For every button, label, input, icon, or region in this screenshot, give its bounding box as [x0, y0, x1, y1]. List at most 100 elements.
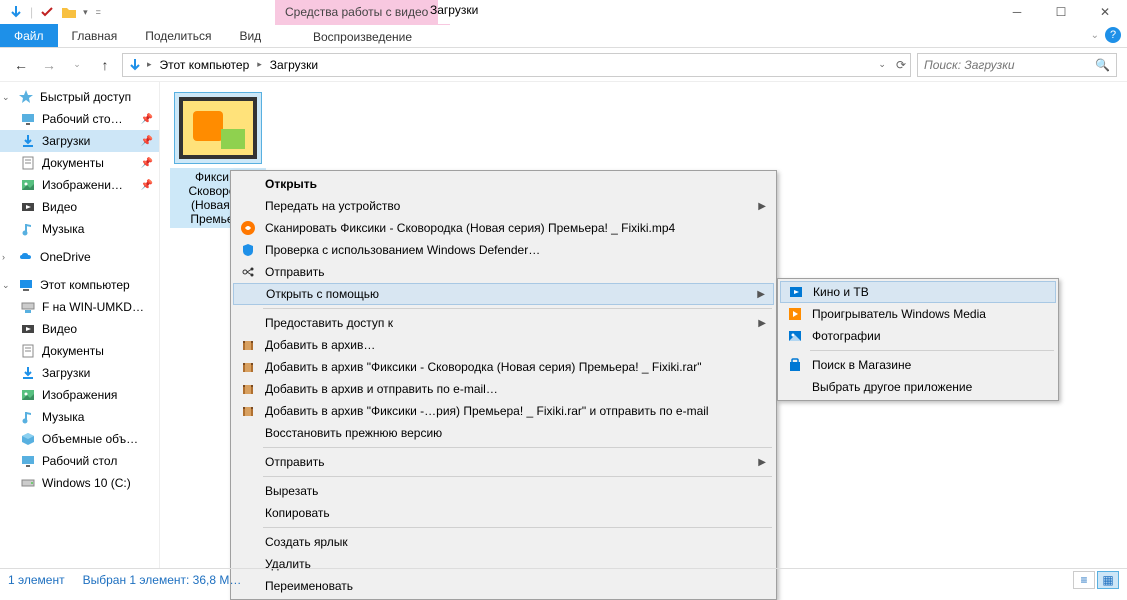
menu-item[interactable]: Копировать [233, 502, 774, 524]
nav-item[interactable]: Документы📌 [0, 152, 159, 174]
breadcrumb-segment[interactable]: Загрузки [266, 58, 322, 72]
menu-item[interactable]: Добавить в архив "Фиксики - Сковородка (… [233, 356, 774, 378]
chevron-right-icon[interactable]: › [2, 252, 12, 262]
qat-divider: | [30, 5, 33, 19]
menu-item[interactable]: Открыть с помощью▶ [233, 283, 774, 305]
menu-item[interactable]: Отправить▶ [233, 451, 774, 473]
music-icon [20, 409, 36, 425]
chevron-down-icon[interactable]: ⌄ [2, 280, 12, 291]
nav-item[interactable]: Изображения [0, 384, 159, 406]
blank-icon [237, 482, 259, 500]
documents-icon [20, 155, 36, 171]
nav-item[interactable]: Документы [0, 340, 159, 362]
nav-item[interactable]: Рабочий сто…📌 [0, 108, 159, 130]
menu-item[interactable]: Выбрать другое приложение [780, 376, 1056, 398]
menu-item[interactable]: Фотографии [780, 325, 1056, 347]
nav-item[interactable]: Windows 10 (C:) [0, 472, 159, 494]
menu-item[interactable]: Проверка с использованием Windows Defend… [233, 239, 774, 261]
nav-up-button[interactable]: ↑ [94, 54, 116, 76]
file-thumbnail[interactable] [174, 92, 262, 164]
nav-item[interactable]: F на WIN-UMKD… [0, 296, 159, 318]
nav-onedrive[interactable]: › OneDrive [0, 246, 159, 268]
menu-item[interactable]: Кино и ТВ [780, 281, 1056, 303]
blank-icon [237, 424, 259, 442]
nav-forward-button[interactable]: → [38, 54, 60, 76]
blank-icon [237, 197, 259, 215]
nav-item[interactable]: Видео [0, 196, 159, 218]
desktop-icon [20, 111, 36, 127]
nav-item[interactable]: Изображени…📌 [0, 174, 159, 196]
menu-item[interactable]: Отправить [233, 261, 774, 283]
view-details-button[interactable]: ≡ [1073, 571, 1095, 589]
chevron-down-icon[interactable]: ⌄ [2, 92, 12, 103]
drive-icon [20, 475, 36, 491]
nav-item[interactable]: Музыка [0, 406, 159, 428]
nav-back-button[interactable]: ← [10, 54, 32, 76]
menu-item[interactable]: Вырезать [233, 480, 774, 502]
blank-icon [237, 175, 259, 193]
menu-item[interactable]: Открыть [233, 173, 774, 195]
nav-item[interactable]: Загрузки📌 [0, 130, 159, 152]
ribbon-file-tab[interactable]: Файл [0, 24, 58, 47]
ribbon-tab-playback[interactable]: Воспроизведение [275, 24, 450, 48]
avast-icon [237, 219, 259, 237]
nav-item[interactable]: Загрузки [0, 362, 159, 384]
menu-item[interactable]: Предоставить доступ к▶ [233, 312, 774, 334]
submenu-arrow-icon: ▶ [757, 289, 765, 300]
breadcrumb-dropdown-icon[interactable]: ⌄ [878, 59, 886, 70]
nav-this-pc[interactable]: ⌄ Этот компьютер [0, 274, 159, 296]
ribbon-tab-home[interactable]: Главная [58, 24, 132, 47]
winrar-icon [237, 358, 259, 376]
music-icon [20, 221, 36, 237]
chevron-right-icon[interactable]: ▸ [145, 59, 154, 70]
downloads-icon [20, 133, 36, 149]
nav-item[interactable]: Видео [0, 318, 159, 340]
menu-item[interactable]: Сканировать Фиксики - Сковородка (Новая … [233, 217, 774, 239]
nav-item[interactable]: Объемные объ… [0, 428, 159, 450]
view-large-icons-button[interactable]: ▦ [1097, 571, 1119, 589]
wmp-icon [784, 305, 806, 323]
chevron-right-icon[interactable]: ▸ [255, 59, 264, 70]
refresh-icon[interactable]: ⟳ [896, 58, 906, 72]
ribbon-tab-view[interactable]: Вид [225, 24, 275, 47]
submenu-arrow-icon: ▶ [758, 318, 766, 329]
store-icon [784, 356, 806, 374]
breadcrumb[interactable]: ▸ Этот компьютер ▸ Загрузки ⌄ ⟳ [122, 53, 911, 77]
menu-item[interactable]: Добавить в архив… [233, 334, 774, 356]
search-icon[interactable]: 🔍 [1095, 58, 1110, 72]
pictures-icon [20, 387, 36, 403]
nav-recent-dropdown[interactable]: ⌄ [66, 54, 88, 76]
ribbon: Файл Главная Поделиться Вид Воспроизведе… [0, 24, 1127, 48]
menu-item[interactable]: Добавить в архив "Фиксики -…рия) Премьер… [233, 400, 774, 422]
breadcrumb-segment[interactable]: Этот компьютер [156, 58, 254, 72]
minimize-button[interactable]: ─ [995, 0, 1039, 24]
qat-overflow[interactable]: = [96, 7, 101, 17]
menu-item[interactable]: Создать ярлык [233, 531, 774, 553]
qat-check-icon[interactable] [39, 4, 55, 20]
menu-item[interactable]: Восстановить прежнюю версию [233, 422, 774, 444]
ribbon-collapse-icon[interactable]: ⌄ [1091, 30, 1099, 41]
ribbon-tab-share[interactable]: Поделиться [131, 24, 225, 47]
submenu-arrow-icon: ▶ [758, 201, 766, 212]
close-button[interactable]: ✕ [1083, 0, 1127, 24]
quick-access-toolbar: | ▾ = [0, 4, 101, 20]
maximize-button[interactable]: ☐ [1039, 0, 1083, 24]
menu-item[interactable]: Передать на устройство▶ [233, 195, 774, 217]
nav-item[interactable]: Музыка [0, 218, 159, 240]
search-box[interactable]: 🔍 [917, 53, 1117, 77]
menu-item[interactable]: Проигрыватель Windows Media [780, 303, 1056, 325]
status-selection: Выбран 1 элемент: 36,8 М… [83, 573, 242, 587]
help-icon[interactable]: ? [1105, 27, 1121, 43]
objects3d-icon [20, 431, 36, 447]
navigation-pane: ⌄ Быстрый доступ Рабочий сто…📌Загрузки📌Д… [0, 82, 160, 568]
qat-dropdown-icon[interactable]: ▾ [83, 7, 88, 18]
videos-icon [20, 199, 36, 215]
search-input[interactable] [924, 58, 1084, 72]
window-title: Загрузки [430, 3, 478, 17]
qat-folder-icon[interactable] [61, 4, 77, 20]
menu-item[interactable]: Поиск в Магазине [780, 354, 1056, 376]
nav-item[interactable]: Рабочий стол [0, 450, 159, 472]
nav-quick-access[interactable]: ⌄ Быстрый доступ [0, 86, 159, 108]
pictures-icon [20, 177, 36, 193]
menu-item[interactable]: Добавить в архив и отправить по e-mail… [233, 378, 774, 400]
